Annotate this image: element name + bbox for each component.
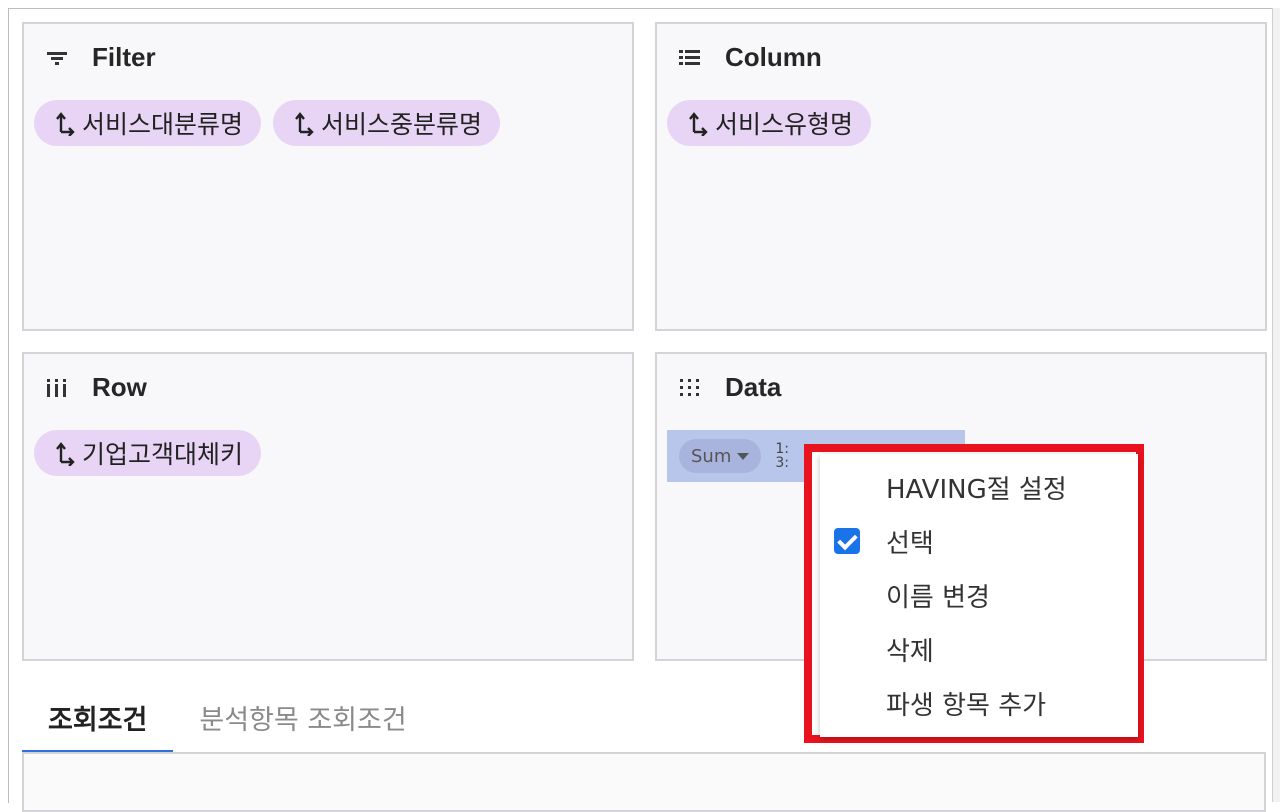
pivot-icon [295,112,314,136]
menu-item-delete[interactable]: 삭제 [820,622,1138,676]
filter-chip[interactable]: 서비스대분류명 [34,100,262,146]
data-field-label: 1: 3: [775,442,789,470]
pivot-icon [56,112,75,136]
filter-panel[interactable]: Filter 서비스대분류명 서비스중분류명 [22,22,634,331]
menu-item-rename[interactable]: 이름 변경 [820,568,1138,622]
column-title-text: Column [725,42,822,72]
menu-item-label: 파생 항목 추가 [886,690,1047,721]
menu-item-add-derived[interactable]: 파생 항목 추가 [820,676,1138,730]
column-chip-label: 서비스유형명 [715,110,854,139]
caret-down-icon [737,452,750,460]
checkbox-checked-icon[interactable] [834,528,860,554]
menu-item-select[interactable]: 선택 [820,514,1138,568]
filter-panel-title: Filter [44,42,156,73]
row-chip-label: 기업고객대체키 [82,440,244,469]
column-list-icon [677,45,703,71]
scrollbar[interactable] [1272,8,1280,802]
column-panel[interactable]: Column 서비스유형명 [655,22,1267,331]
data-field-label-line1: 1: [775,441,789,457]
filter-chip-label: 서비스대분류명 [82,110,244,139]
menu-item-label: 삭제 [886,636,934,667]
column-panel-title: Column [677,42,822,73]
row-title-text: Row [92,372,147,402]
data-panel-title: Data [677,372,781,403]
row-columns-icon [44,375,70,401]
menu-item-label: HAVING절 설정 [886,474,1067,505]
menu-item-label: 선택 [886,528,934,559]
filter-chip-label: 서비스중분류명 [321,110,483,139]
query-tabs: 조회조건 분석항목 조회조건 [22,690,433,755]
row-panel-title: Row [44,372,147,403]
context-menu: HAVING절 설정 선택 이름 변경 삭제 파생 항목 추가 [820,454,1138,737]
tab-analysis-query-conditions[interactable]: 분석항목 조회조건 [173,690,432,750]
context-menu-highlight: HAVING절 설정 선택 이름 변경 삭제 파생 항목 추가 [804,444,1144,743]
pivot-icon [56,442,75,466]
aggregation-dropdown[interactable]: Sum [679,439,762,473]
row-panel[interactable]: Row 기업고객대체키 [22,352,634,661]
grid-dots-icon [677,375,703,401]
data-title-text: Data [725,372,782,402]
menu-item-having[interactable]: HAVING절 설정 [820,460,1138,514]
filter-icon [44,45,70,71]
row-chip[interactable]: 기업고객대체키 [34,430,262,476]
pivot-icon [689,112,708,136]
tab-content-area [22,752,1266,812]
menu-item-label: 이름 변경 [886,582,990,613]
filter-title-text: Filter [92,42,156,72]
tab-query-conditions[interactable]: 조회조건 [22,690,174,755]
filter-chip[interactable]: 서비스중분류명 [273,100,501,146]
data-field-label-line2: 3: [775,455,789,471]
column-chip[interactable]: 서비스유형명 [667,100,872,146]
aggregation-label: Sum [691,445,732,467]
